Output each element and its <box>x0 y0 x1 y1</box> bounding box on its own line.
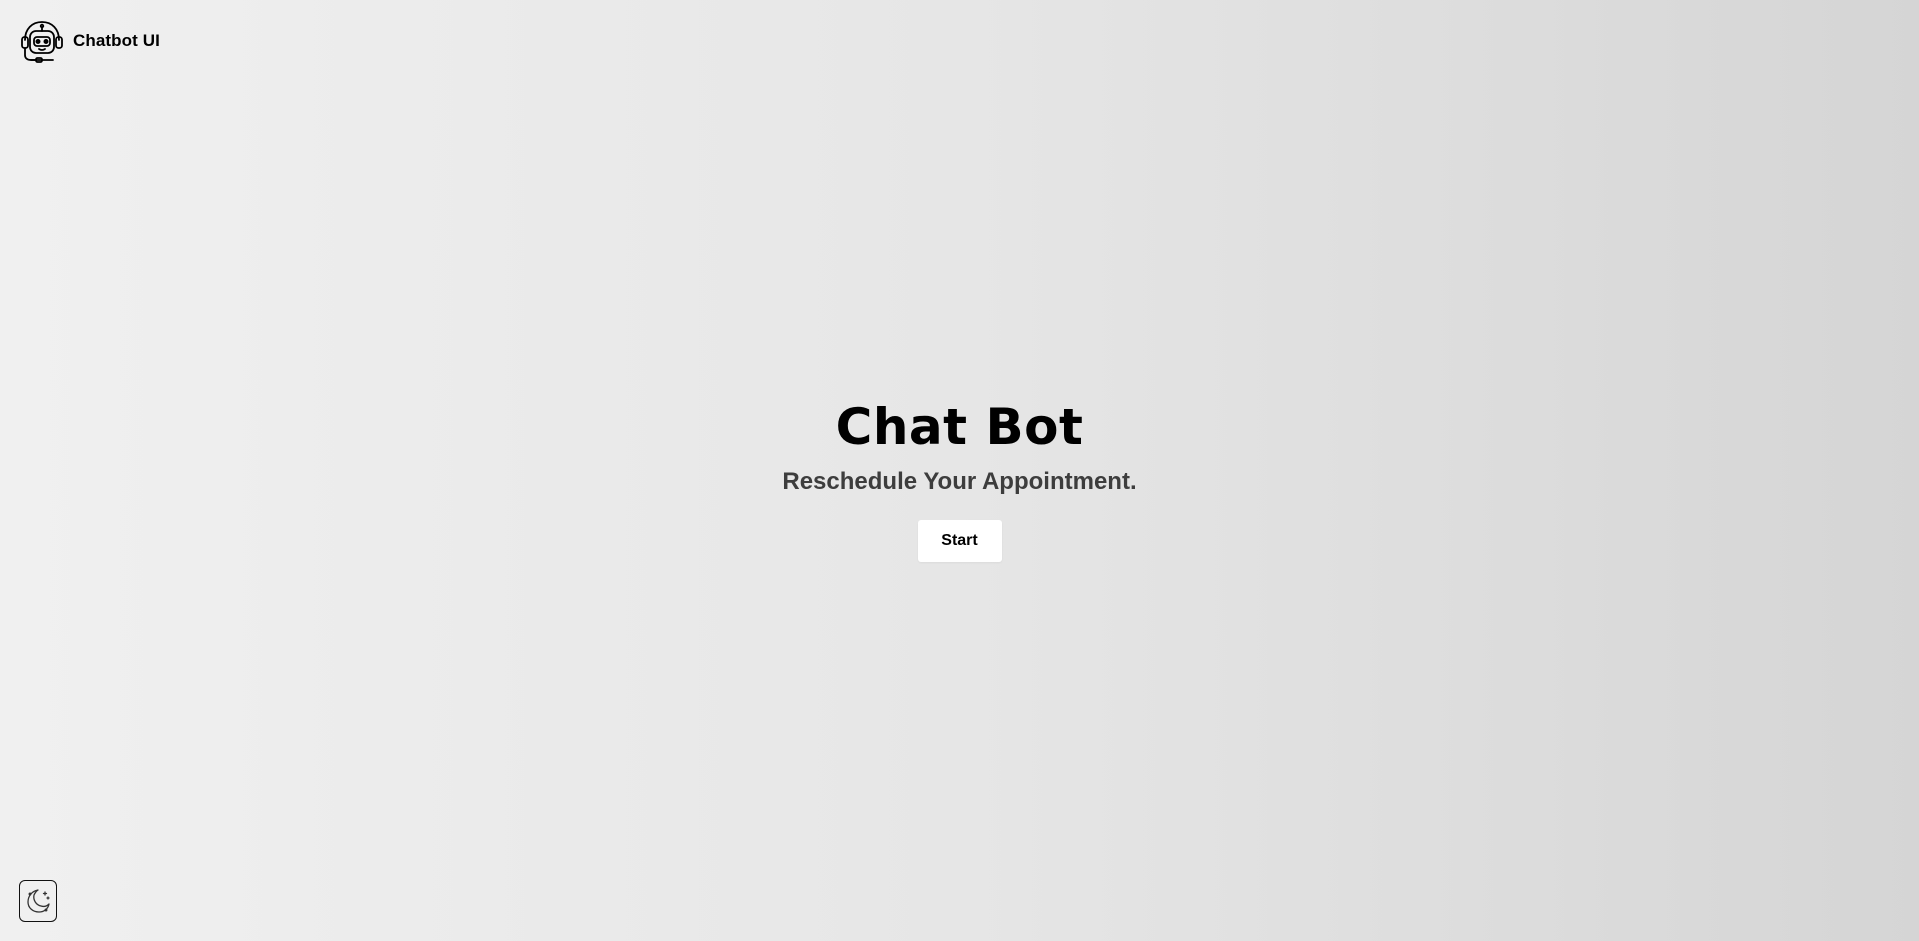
page-title: Chat Bot <box>835 398 1084 456</box>
page-subtitle: Reschedule Your Appointment. <box>782 468 1137 495</box>
brand[interactable]: Chatbot UI <box>19 18 160 64</box>
robot-headset-icon <box>21 21 63 63</box>
brand-name: Chatbot UI <box>73 31 160 50</box>
hero-section: Chat Bot Reschedule Your Appointment. St… <box>0 396 1919 562</box>
moon-icon <box>27 889 50 913</box>
start-button[interactable]: Start <box>917 520 1002 562</box>
theme-toggle-button[interactable] <box>19 880 57 922</box>
